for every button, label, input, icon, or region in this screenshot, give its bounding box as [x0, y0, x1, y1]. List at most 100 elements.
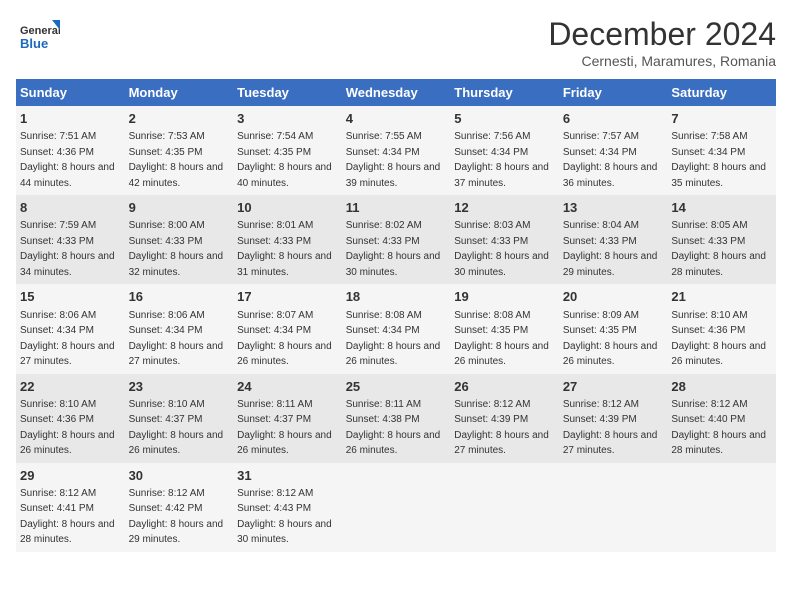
day-number: 20: [563, 288, 664, 306]
calendar-cell: 15 Sunrise: 8:06 AMSunset: 4:34 PMDaylig…: [16, 284, 125, 373]
calendar-cell: 6 Sunrise: 7:57 AMSunset: 4:34 PMDayligh…: [559, 106, 668, 195]
weekday-header-friday: Friday: [559, 79, 668, 106]
day-info: Sunrise: 8:04 AMSunset: 4:33 PMDaylight:…: [563, 220, 658, 278]
calendar-cell: 13 Sunrise: 8:04 AMSunset: 4:33 PMDaylig…: [559, 195, 668, 284]
day-info: Sunrise: 8:12 AMSunset: 4:41 PMDaylight:…: [20, 488, 115, 546]
day-info: Sunrise: 8:12 AMSunset: 4:39 PMDaylight:…: [563, 399, 658, 457]
calendar-week-row: 1 Sunrise: 7:51 AMSunset: 4:36 PMDayligh…: [16, 106, 776, 195]
day-number: 27: [563, 378, 664, 396]
calendar-cell: 19 Sunrise: 8:08 AMSunset: 4:35 PMDaylig…: [450, 284, 559, 373]
logo-icon: General Blue: [16, 16, 60, 60]
day-number: 11: [346, 199, 447, 217]
calendar-cell: 2 Sunrise: 7:53 AMSunset: 4:35 PMDayligh…: [125, 106, 234, 195]
svg-text:Blue: Blue: [20, 36, 48, 51]
calendar-week-row: 22 Sunrise: 8:10 AMSunset: 4:36 PMDaylig…: [16, 374, 776, 463]
calendar-cell: 20 Sunrise: 8:09 AMSunset: 4:35 PMDaylig…: [559, 284, 668, 373]
weekday-header-monday: Monday: [125, 79, 234, 106]
calendar-cell: [342, 463, 451, 552]
day-info: Sunrise: 8:10 AMSunset: 4:36 PMDaylight:…: [20, 399, 115, 457]
day-number: 16: [129, 288, 230, 306]
day-info: Sunrise: 8:08 AMSunset: 4:35 PMDaylight:…: [454, 310, 549, 368]
calendar-cell: 11 Sunrise: 8:02 AMSunset: 4:33 PMDaylig…: [342, 195, 451, 284]
calendar-cell: 18 Sunrise: 8:08 AMSunset: 4:34 PMDaylig…: [342, 284, 451, 373]
calendar-cell: 1 Sunrise: 7:51 AMSunset: 4:36 PMDayligh…: [16, 106, 125, 195]
day-number: 3: [237, 110, 338, 128]
day-number: 17: [237, 288, 338, 306]
calendar-cell: 28 Sunrise: 8:12 AMSunset: 4:40 PMDaylig…: [667, 374, 776, 463]
day-info: Sunrise: 8:05 AMSunset: 4:33 PMDaylight:…: [671, 220, 766, 278]
calendar-cell: 4 Sunrise: 7:55 AMSunset: 4:34 PMDayligh…: [342, 106, 451, 195]
day-number: 28: [671, 378, 772, 396]
weekday-header-sunday: Sunday: [16, 79, 125, 106]
day-info: Sunrise: 8:12 AMSunset: 4:42 PMDaylight:…: [129, 488, 224, 546]
calendar-cell: 25 Sunrise: 8:11 AMSunset: 4:38 PMDaylig…: [342, 374, 451, 463]
calendar-cell: 9 Sunrise: 8:00 AMSunset: 4:33 PMDayligh…: [125, 195, 234, 284]
weekday-header-saturday: Saturday: [667, 79, 776, 106]
day-info: Sunrise: 8:11 AMSunset: 4:37 PMDaylight:…: [237, 399, 332, 457]
calendar-cell: 26 Sunrise: 8:12 AMSunset: 4:39 PMDaylig…: [450, 374, 559, 463]
calendar-cell: 12 Sunrise: 8:03 AMSunset: 4:33 PMDaylig…: [450, 195, 559, 284]
day-number: 5: [454, 110, 555, 128]
day-number: 24: [237, 378, 338, 396]
weekday-header-thursday: Thursday: [450, 79, 559, 106]
day-number: 21: [671, 288, 772, 306]
day-info: Sunrise: 7:56 AMSunset: 4:34 PMDaylight:…: [454, 131, 549, 189]
calendar-cell: [450, 463, 559, 552]
day-number: 4: [346, 110, 447, 128]
day-info: Sunrise: 8:03 AMSunset: 4:33 PMDaylight:…: [454, 220, 549, 278]
day-info: Sunrise: 8:12 AMSunset: 4:39 PMDaylight:…: [454, 399, 549, 457]
day-info: Sunrise: 8:12 AMSunset: 4:43 PMDaylight:…: [237, 488, 332, 546]
calendar-week-row: 15 Sunrise: 8:06 AMSunset: 4:34 PMDaylig…: [16, 284, 776, 373]
calendar-cell: 5 Sunrise: 7:56 AMSunset: 4:34 PMDayligh…: [450, 106, 559, 195]
calendar-cell: 8 Sunrise: 7:59 AMSunset: 4:33 PMDayligh…: [16, 195, 125, 284]
calendar-cell: 23 Sunrise: 8:10 AMSunset: 4:37 PMDaylig…: [125, 374, 234, 463]
day-number: 12: [454, 199, 555, 217]
calendar-cell: 27 Sunrise: 8:12 AMSunset: 4:39 PMDaylig…: [559, 374, 668, 463]
day-info: Sunrise: 8:01 AMSunset: 4:33 PMDaylight:…: [237, 220, 332, 278]
day-info: Sunrise: 8:10 AMSunset: 4:36 PMDaylight:…: [671, 310, 766, 368]
calendar-cell: 10 Sunrise: 8:01 AMSunset: 4:33 PMDaylig…: [233, 195, 342, 284]
day-info: Sunrise: 7:58 AMSunset: 4:34 PMDaylight:…: [671, 131, 766, 189]
day-number: 31: [237, 467, 338, 485]
calendar-cell: 22 Sunrise: 8:10 AMSunset: 4:36 PMDaylig…: [16, 374, 125, 463]
day-number: 19: [454, 288, 555, 306]
day-info: Sunrise: 8:06 AMSunset: 4:34 PMDaylight:…: [20, 310, 115, 368]
calendar-cell: 21 Sunrise: 8:10 AMSunset: 4:36 PMDaylig…: [667, 284, 776, 373]
title-block: December 2024 Cernesti, Maramures, Roman…: [548, 16, 776, 69]
weekday-header-wednesday: Wednesday: [342, 79, 451, 106]
day-number: 23: [129, 378, 230, 396]
calendar-cell: 30 Sunrise: 8:12 AMSunset: 4:42 PMDaylig…: [125, 463, 234, 552]
day-number: 7: [671, 110, 772, 128]
day-number: 1: [20, 110, 121, 128]
day-info: Sunrise: 8:11 AMSunset: 4:38 PMDaylight:…: [346, 399, 441, 457]
day-number: 26: [454, 378, 555, 396]
day-number: 15: [20, 288, 121, 306]
day-info: Sunrise: 8:07 AMSunset: 4:34 PMDaylight:…: [237, 310, 332, 368]
calendar-week-row: 29 Sunrise: 8:12 AMSunset: 4:41 PMDaylig…: [16, 463, 776, 552]
day-info: Sunrise: 7:59 AMSunset: 4:33 PMDaylight:…: [20, 220, 115, 278]
day-number: 8: [20, 199, 121, 217]
day-info: Sunrise: 7:51 AMSunset: 4:36 PMDaylight:…: [20, 131, 115, 189]
calendar-cell: 24 Sunrise: 8:11 AMSunset: 4:37 PMDaylig…: [233, 374, 342, 463]
subtitle: Cernesti, Maramures, Romania: [548, 53, 776, 69]
calendar-cell: 14 Sunrise: 8:05 AMSunset: 4:33 PMDaylig…: [667, 195, 776, 284]
day-info: Sunrise: 8:02 AMSunset: 4:33 PMDaylight:…: [346, 220, 441, 278]
day-info: Sunrise: 7:53 AMSunset: 4:35 PMDaylight:…: [129, 131, 224, 189]
day-number: 2: [129, 110, 230, 128]
calendar-cell: 7 Sunrise: 7:58 AMSunset: 4:34 PMDayligh…: [667, 106, 776, 195]
day-number: 9: [129, 199, 230, 217]
day-info: Sunrise: 8:06 AMSunset: 4:34 PMDaylight:…: [129, 310, 224, 368]
calendar-cell: 29 Sunrise: 8:12 AMSunset: 4:41 PMDaylig…: [16, 463, 125, 552]
month-title: December 2024: [548, 16, 776, 53]
day-info: Sunrise: 7:54 AMSunset: 4:35 PMDaylight:…: [237, 131, 332, 189]
logo: General Blue: [16, 16, 60, 60]
day-number: 6: [563, 110, 664, 128]
calendar-cell: [559, 463, 668, 552]
day-info: Sunrise: 7:55 AMSunset: 4:34 PMDaylight:…: [346, 131, 441, 189]
calendar-cell: 17 Sunrise: 8:07 AMSunset: 4:34 PMDaylig…: [233, 284, 342, 373]
calendar-cell: 16 Sunrise: 8:06 AMSunset: 4:34 PMDaylig…: [125, 284, 234, 373]
weekday-header-row: SundayMondayTuesdayWednesdayThursdayFrid…: [16, 79, 776, 106]
day-info: Sunrise: 7:57 AMSunset: 4:34 PMDaylight:…: [563, 131, 658, 189]
calendar-table: SundayMondayTuesdayWednesdayThursdayFrid…: [16, 79, 776, 552]
calendar-cell: 3 Sunrise: 7:54 AMSunset: 4:35 PMDayligh…: [233, 106, 342, 195]
